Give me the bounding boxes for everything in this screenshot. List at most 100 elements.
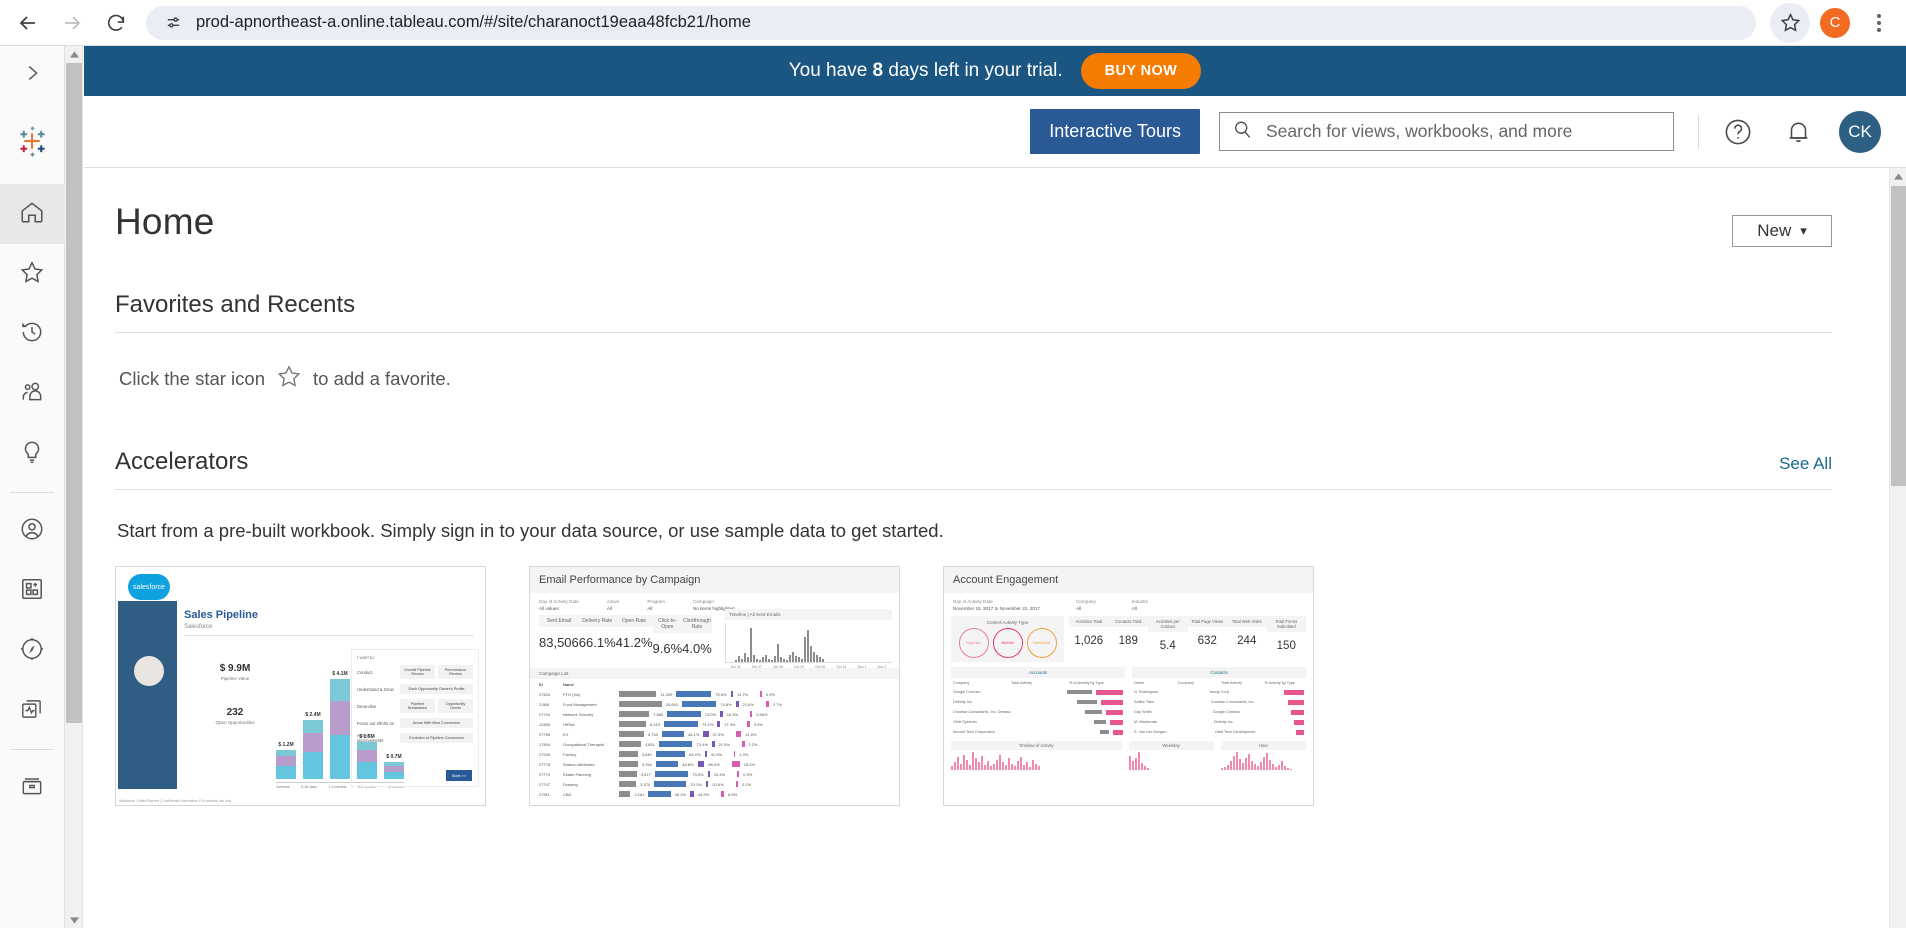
histogram-bar xyxy=(1281,761,1283,770)
accelerator-card-account-engagement[interactable]: Account Engagement Day of Activity DateN… xyxy=(943,566,1314,806)
table-row[interactable]: 2,866Food Management20,06374.8%21.6%2.7% xyxy=(539,699,890,709)
search-input[interactable]: Search for views, workbooks, and more xyxy=(1219,112,1674,151)
buy-now-button[interactable]: BUY NOW xyxy=(1081,53,1202,89)
kpi-open-rate: Open Rate41.2% xyxy=(616,615,653,662)
table-row[interactable]: Google Contoso xyxy=(951,687,1125,697)
sidebar-item-recents[interactable] xyxy=(0,304,65,364)
table-row[interactable]: N. RosenquistYandy Corp xyxy=(1132,687,1306,697)
sidebar-item-external-assets[interactable] xyxy=(0,758,65,818)
table-row[interactable]: S. Van Der DungenOrbit Tech Development xyxy=(1132,727,1306,737)
interactive-tours-button[interactable]: Interactive Tours xyxy=(1030,109,1200,154)
table-row[interactable]: 27811CBD2,18148.1%44.9%6.8% xyxy=(539,789,890,799)
bookmark-star-icon[interactable] xyxy=(1770,3,1810,43)
scroll-down-arrow-icon[interactable] xyxy=(65,912,83,928)
accelerator-card-sales-pipeline[interactable]: salesforce Sales Pipeline Salesforce $ 9… xyxy=(115,566,486,806)
sidebar-item-recommendations[interactable] xyxy=(0,424,65,484)
cell-name: Food Management xyxy=(563,702,615,707)
action-chip[interactable]: Pipeline Breakdown xyxy=(400,699,435,713)
table-row[interactable]: 27778Sodexo Attributes3,76448.8%86.0%18.… xyxy=(539,759,890,769)
sidebar-item-shared-with-me[interactable] xyxy=(0,364,65,424)
sidebar-scrollbar-thumb[interactable] xyxy=(66,63,82,723)
table-row[interactable]: 12800HIPAA6,41974.2%17.4%3.0% xyxy=(539,719,890,729)
sidebar-item-expand[interactable] xyxy=(0,46,65,104)
action-chip[interactable]: Overall Pipeline Review xyxy=(400,665,435,679)
activity-circle-webvisit[interactable]: WebVisit xyxy=(993,628,1023,658)
filter-program[interactable]: ProgramAll xyxy=(647,599,665,611)
bar-segment-add-on-business xyxy=(276,766,296,779)
table-row[interactable]: 27770Estate Planning3,51773.0%10.4%0.9% xyxy=(539,769,890,779)
cell-id: 27778 xyxy=(539,762,559,767)
sidebar-item-favorites[interactable] xyxy=(0,244,65,304)
table-row[interactable]: 27603PTO (Vis)11,20975.5%11.7%0.9% xyxy=(539,689,890,699)
address-bar[interactable]: prod-apnortheast-a.online.tableau.com/#/… xyxy=(146,6,1756,40)
table-row[interactable]: Saffire TabuCrowbar Consultants, Inc. xyxy=(1132,697,1306,707)
kpi-value: 244 xyxy=(1227,627,1267,651)
filter-day-of-activity-date[interactable]: Day of Activity DateAll values xyxy=(539,599,579,611)
sidebar-scrollbar[interactable] xyxy=(65,46,83,928)
table-row[interactable]: 27747Drawing3,37070.1%20.6%2.2% xyxy=(539,779,890,789)
cell-company: Crowbar Consultants, Inc. xyxy=(1211,700,1284,705)
kpi-total-forms-submitted: Total Forms Submitted150 xyxy=(1267,616,1307,656)
cell-name: S. Van Der Dungen xyxy=(1134,730,1211,735)
action-chip[interactable]: Performance Review xyxy=(438,665,473,679)
accelerator-card-email-performance[interactable]: Email Performance by Campaign Day of Act… xyxy=(529,566,900,806)
start-button[interactable]: Start >> xyxy=(446,770,472,781)
favorites-section-header: Favorites and Recents xyxy=(115,291,1832,333)
new-button[interactable]: New ▾ xyxy=(1732,215,1832,247)
action-chip[interactable]: Evolution of Pipeline Conversion xyxy=(400,733,473,743)
filter-active[interactable]: ActiveAll xyxy=(607,599,620,611)
action-chip[interactable]: Opportunity Owner xyxy=(438,699,473,713)
bar-delivery xyxy=(655,771,689,777)
sidebar-item-personal-space[interactable] xyxy=(0,501,65,561)
search-icon xyxy=(1232,119,1253,145)
sidebar-item-explore[interactable] xyxy=(0,621,65,681)
table-row[interactable]: M. MackenzieDefinity Inc. xyxy=(1132,717,1306,727)
bar-sent xyxy=(619,731,644,737)
action-chip[interactable]: Each Opportunity Owner's Profile xyxy=(400,684,473,694)
filter-day-of-activity-date[interactable]: Day of Activity DateNovember 15, 2017 to… xyxy=(953,599,1040,611)
filter-company[interactable]: CompanyAll xyxy=(1076,599,1096,611)
chrome-menu-icon[interactable] xyxy=(1864,3,1894,43)
reload-button[interactable] xyxy=(94,1,138,45)
campaign-list-table: IDName27603PTO (Vis)11,20975.5%11.7%0.9%… xyxy=(530,679,899,799)
table-row[interactable]: 17804Occupational Therapist4,85173.4%21.… xyxy=(539,739,890,749)
back-button[interactable] xyxy=(6,1,50,45)
page-scrollbar[interactable] xyxy=(1889,168,1906,928)
table-row[interactable]: Gay SmithGoogle Contoso xyxy=(1132,707,1306,717)
page-scrollbar-thumb[interactable] xyxy=(1891,186,1906,486)
sidebar-item-home[interactable] xyxy=(0,184,65,244)
chrome-profile-avatar[interactable]: C xyxy=(1820,8,1850,38)
filter-industry[interactable]: IndustryAll xyxy=(1132,599,1148,611)
filter-name: Company xyxy=(1076,599,1096,604)
page-scroll-up-icon[interactable] xyxy=(1890,168,1906,185)
table-row[interactable]: Crowbar Consultants, Inc. Dessau xyxy=(951,707,1125,717)
cell-sent: 2,181 xyxy=(634,792,644,797)
table-row[interactable]: Wound Tech Corporation xyxy=(951,727,1125,737)
sidebar-item-collections[interactable] xyxy=(0,561,65,621)
activity-type-circles[interactable]: PageViewWebVisitFormSubmit xyxy=(956,628,1059,658)
table-row[interactable]: Definity Inc. xyxy=(951,697,1125,707)
table-row[interactable]: 27704Network Security7,68073.0%16.3%0.96… xyxy=(539,709,890,719)
sidebar-item-tableau-logo[interactable] xyxy=(0,104,65,184)
help-icon[interactable] xyxy=(1719,113,1757,151)
table-row[interactable]: 27755EV5,75048.1%37.5%11.6% xyxy=(539,729,890,739)
cell-name: Occupational Therapist xyxy=(563,742,615,747)
spark-bar xyxy=(762,657,764,662)
user-avatar[interactable]: CK xyxy=(1839,111,1881,153)
see-all-link[interactable]: See All xyxy=(1779,454,1832,474)
forward-button[interactable] xyxy=(50,1,94,45)
table-header-row: IDName xyxy=(539,679,890,689)
favorites-section: Favorites and Recents Click the star ico… xyxy=(115,291,1832,394)
notifications-bell-icon[interactable] xyxy=(1779,113,1817,151)
activity-circle-formsubmit[interactable]: FormSubmit xyxy=(1027,628,1057,658)
table-row[interactable]: 27230Factory3,64064.0%41.9%1.0% xyxy=(539,749,890,759)
histogram-bar xyxy=(1290,769,1292,770)
scroll-up-arrow-icon[interactable] xyxy=(65,46,83,62)
action-chip[interactable]: Areas With Best Conversion xyxy=(400,718,473,728)
site-info-icon[interactable] xyxy=(160,10,186,36)
cell-ctr: 2.2% xyxy=(749,742,758,747)
sidebar-item-pulse[interactable] xyxy=(0,681,65,741)
bar-cto xyxy=(712,741,715,747)
table-row[interactable]: Orbit Systems xyxy=(951,717,1125,727)
activity-circle-pageview[interactable]: PageView xyxy=(959,628,989,658)
